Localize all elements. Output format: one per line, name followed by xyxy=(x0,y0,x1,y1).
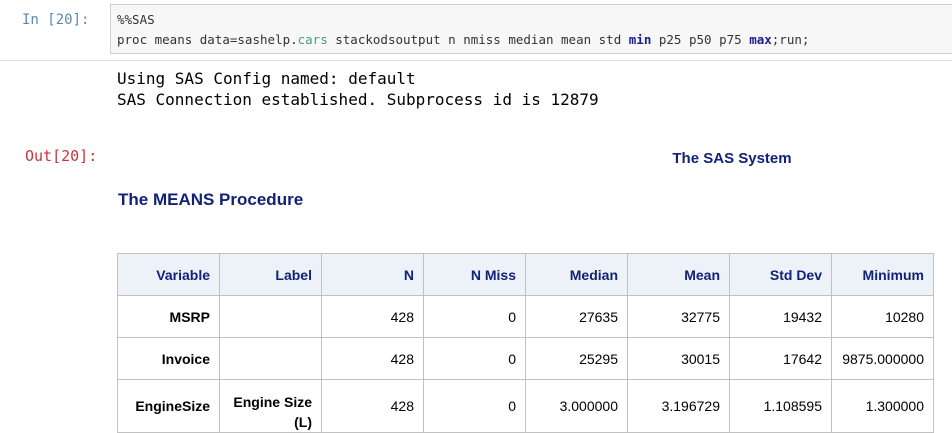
code-cell-editor[interactable]: %%SAS proc means data=sashelp.cars stack… xyxy=(110,4,952,54)
code-token: min xyxy=(628,32,652,47)
table-cell: 27635 xyxy=(525,295,628,338)
column-header: Mean xyxy=(627,253,730,296)
stdout-line: Using SAS Config named: default xyxy=(117,69,416,88)
table-row: Invoice 428 0 25295 30015 17642 9875.000000 xyxy=(117,337,934,380)
code-token: stackodsoutput n nmiss median mean std xyxy=(327,32,629,47)
table-cell: 428 xyxy=(321,295,424,338)
table-cell: 3.196729 xyxy=(627,379,730,433)
table-overflow-mask xyxy=(934,253,952,422)
label-cell: Engine Size (L) xyxy=(219,379,322,433)
table-row: MSRP 428 0 27635 32775 19432 10280 xyxy=(117,295,934,338)
table-cell: 10280 xyxy=(831,295,934,338)
table-cell: 9875.000000 xyxy=(831,337,934,380)
table-cell: 1.300000 xyxy=(831,379,934,433)
stdout-line: SAS Connection established. Subprocess i… xyxy=(117,90,599,109)
table-cell: 428 xyxy=(321,379,424,433)
column-header: Label xyxy=(219,253,322,296)
column-header: Std Dev xyxy=(729,253,832,296)
label-cell xyxy=(219,295,322,338)
row-header-cell: EngineSize xyxy=(117,379,220,433)
stdout-output: Using SAS Config named: default SAS Conn… xyxy=(117,68,599,110)
code-token: p25 p50 p75 xyxy=(651,32,750,47)
input-prompt: In [20]: xyxy=(22,12,90,28)
column-header: N Miss xyxy=(423,253,526,296)
table-cell: 19432 xyxy=(729,295,832,338)
table-header-row: Variable Label N N Miss Median Mean Std Dev Min… xyxy=(117,253,934,296)
table-cell: 0 xyxy=(423,295,526,338)
code-token: ;run; xyxy=(771,32,810,47)
system-title: The SAS System xyxy=(672,150,792,167)
row-header-cell: Invoice xyxy=(117,337,220,380)
cell-divider xyxy=(0,60,952,61)
table-row: EngineSize Engine Size (L) 428 0 3.000000 3.1… xyxy=(117,379,934,433)
output-prompt: Out[20]: xyxy=(25,147,98,165)
means-results-table: Variable Label N N Miss Median Mean Std Dev Min… xyxy=(117,253,934,433)
label-cell xyxy=(219,337,322,380)
code-token: cars xyxy=(297,32,328,47)
table-cell: 25295 xyxy=(525,337,628,380)
table-cell: 1.108595 xyxy=(729,379,832,433)
table-cell: 0 xyxy=(423,379,526,433)
table-cell: 0 xyxy=(423,337,526,380)
cell-magic: %%SAS xyxy=(117,12,155,27)
column-header: Median xyxy=(525,253,628,296)
table-cell: 17642 xyxy=(729,337,832,380)
row-header-cell: MSRP xyxy=(117,295,220,338)
column-header: N xyxy=(321,253,424,296)
table-cell: 32775 xyxy=(627,295,730,338)
column-header: Minimum xyxy=(831,253,934,296)
column-header: Variable xyxy=(117,253,220,296)
table-cell: 428 xyxy=(321,337,424,380)
procedure-title: The MEANS Procedure xyxy=(118,190,304,209)
table-cell: 30015 xyxy=(627,337,730,380)
code-line: proc means data=sashelp.cars stackodsout… xyxy=(117,32,809,47)
code-token: proc means data=sashelp. xyxy=(117,32,298,47)
table-cell: 3.000000 xyxy=(525,379,628,433)
code-token: max xyxy=(749,32,772,47)
